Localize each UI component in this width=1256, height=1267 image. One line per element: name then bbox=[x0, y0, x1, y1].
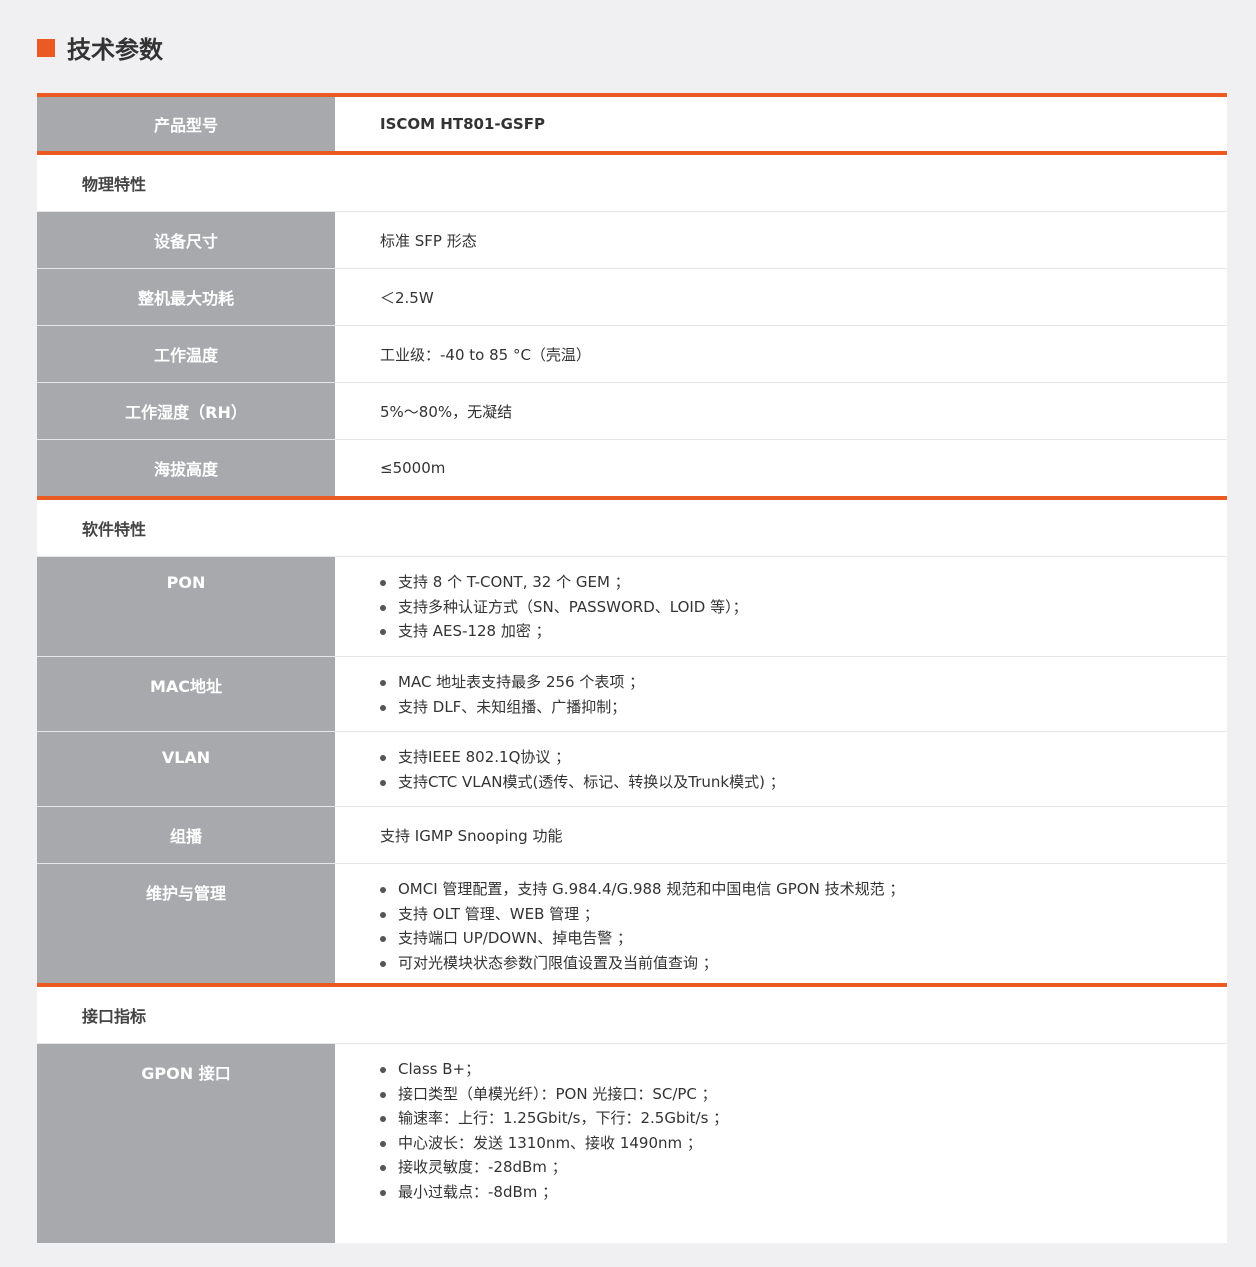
section-interface: 接口指标 bbox=[37, 987, 1227, 1044]
list-item: 支持 AES-128 加密 ； bbox=[380, 619, 1227, 644]
list-item: 最小过载点：-8dBm ； bbox=[380, 1180, 1227, 1205]
section-title: 物理特性 bbox=[82, 175, 147, 194]
spec-value: 支持 IGMP Snooping 功能 bbox=[380, 826, 563, 845]
list-item: 支持多种认证方式（SN、PASSWORD、LOID 等）； bbox=[380, 595, 1227, 620]
spec-key: 组播 bbox=[37, 807, 335, 863]
spec-key: PON bbox=[37, 557, 335, 656]
list-item: 支持 DLF、未知组播、广播抑制； bbox=[380, 695, 1227, 720]
section-title: 软件特性 bbox=[82, 520, 147, 539]
list-item: 可对光模块状态参数门限值设置及当前值查询 ； bbox=[380, 951, 1227, 976]
spec-row-gpon: GPON 接口 Class B+； 接口类型（单模光纤）：PON 光接口：SC/… bbox=[37, 1044, 1227, 1243]
spec-key: 设备尺寸 bbox=[37, 212, 335, 268]
list-item: 支持 8 个 T-CONT, 32 个 GEM ； bbox=[380, 570, 1227, 595]
list-item: 接口类型（单模光纤）：PON 光接口：SC/PC ； bbox=[380, 1082, 1227, 1107]
spec-value: ＜2.5W bbox=[380, 288, 434, 307]
spec-value: 支持IEEE 802.1Q协议 ； 支持CTC VLAN模式(透传、标记、转换以… bbox=[335, 732, 1227, 806]
spec-row: 整机最大功耗 ＜2.5W bbox=[37, 269, 1227, 326]
spec-key: MAC地址 bbox=[37, 657, 335, 731]
list-item: 输速率：上行：1.25Gbit/s，下行：2.5Gbit/s ； bbox=[380, 1106, 1227, 1131]
section-title: 接口指标 bbox=[82, 1007, 147, 1026]
spec-key: 整机最大功耗 bbox=[37, 269, 335, 325]
spec-row-model: 产品型号 ISCOM HT801-GSFP bbox=[37, 97, 1227, 155]
spec-key: 工作温度 bbox=[37, 326, 335, 382]
bullet-list: 支持IEEE 802.1Q协议 ； 支持CTC VLAN模式(透传、标记、转换以… bbox=[380, 745, 1227, 794]
spec-value: 5%～80%，无凝结 bbox=[380, 402, 513, 421]
page-header: 技术参数 bbox=[37, 30, 163, 65]
spec-row-pon: PON 支持 8 个 T-CONT, 32 个 GEM ； 支持多种认证方式（S… bbox=[37, 557, 1227, 657]
list-item: 接收灵敏度：-28dBm ； bbox=[380, 1155, 1227, 1180]
spec-value: Class B+； 接口类型（单模光纤）：PON 光接口：SC/PC ； 输速率… bbox=[335, 1044, 1227, 1243]
bullet-list: 支持 8 个 T-CONT, 32 个 GEM ； 支持多种认证方式（SN、PA… bbox=[380, 570, 1227, 644]
section-physical: 物理特性 bbox=[37, 155, 1227, 212]
spec-key: GPON 接口 bbox=[37, 1044, 335, 1243]
spec-row-mac: MAC地址 MAC 地址表支持最多 256 个表项 ； 支持 DLF、未知组播、… bbox=[37, 657, 1227, 732]
spec-key: 产品型号 bbox=[37, 97, 335, 151]
spec-row-vlan: VLAN 支持IEEE 802.1Q协议 ； 支持CTC VLAN模式(透传、标… bbox=[37, 732, 1227, 807]
spec-key: VLAN bbox=[37, 732, 335, 806]
spec-value: MAC 地址表支持最多 256 个表项 ； 支持 DLF、未知组播、广播抑制； bbox=[335, 657, 1227, 731]
spec-key: 维护与管理 bbox=[37, 864, 335, 983]
page-title: 技术参数 bbox=[67, 36, 163, 64]
spec-key: 工作湿度（RH） bbox=[37, 383, 335, 439]
list-item: Class B+； bbox=[380, 1057, 1227, 1082]
list-item: 支持端口 UP/DOWN、掉电告警 ； bbox=[380, 926, 1227, 951]
spec-row-multicast: 组播 支持 IGMP Snooping 功能 bbox=[37, 807, 1227, 864]
bullet-list: OMCI 管理配置，支持 G.984.4/G.988 规范和中国电信 GPON … bbox=[380, 877, 1227, 975]
section-software: 软件特性 bbox=[37, 500, 1227, 557]
spec-value: OMCI 管理配置，支持 G.984.4/G.988 规范和中国电信 GPON … bbox=[335, 864, 1227, 983]
list-item: OMCI 管理配置，支持 G.984.4/G.988 规范和中国电信 GPON … bbox=[380, 877, 1227, 902]
list-item: 支持CTC VLAN模式(透传、标记、转换以及Trunk模式) ； bbox=[380, 770, 1227, 795]
spec-row: 工作湿度（RH） 5%～80%，无凝结 bbox=[37, 383, 1227, 440]
title-marker bbox=[37, 38, 55, 57]
spec-table: 产品型号 ISCOM HT801-GSFP 物理特性 设备尺寸 标准 SFP 形… bbox=[37, 93, 1227, 1243]
spec-row: 海拔高度 ≤5000m bbox=[37, 440, 1227, 500]
spec-key: 海拔高度 bbox=[37, 440, 335, 496]
spec-value: 标准 SFP 形态 bbox=[380, 231, 477, 250]
spec-value: 工业级：-40 to 85 °C（壳温） bbox=[380, 345, 591, 364]
bullet-list: MAC 地址表支持最多 256 个表项 ； 支持 DLF、未知组播、广播抑制； bbox=[380, 670, 1227, 719]
spec-row: 设备尺寸 标准 SFP 形态 bbox=[37, 212, 1227, 269]
list-item: 中心波长：发送 1310nm、接收 1490nm ； bbox=[380, 1131, 1227, 1156]
spec-row-maintenance: 维护与管理 OMCI 管理配置，支持 G.984.4/G.988 规范和中国电信… bbox=[37, 864, 1227, 987]
list-item: 支持IEEE 802.1Q协议 ； bbox=[380, 745, 1227, 770]
list-item: 支持 OLT 管理、WEB 管理 ； bbox=[380, 902, 1227, 927]
spec-value: ISCOM HT801-GSFP bbox=[380, 115, 545, 133]
spec-row: 工作温度 工业级：-40 to 85 °C（壳温） bbox=[37, 326, 1227, 383]
list-item: MAC 地址表支持最多 256 个表项 ； bbox=[380, 670, 1227, 695]
spec-value: 支持 8 个 T-CONT, 32 个 GEM ； 支持多种认证方式（SN、PA… bbox=[335, 557, 1227, 656]
bullet-list: Class B+； 接口类型（单模光纤）：PON 光接口：SC/PC ； 输速率… bbox=[380, 1057, 1227, 1204]
spec-value: ≤5000m bbox=[380, 459, 446, 477]
